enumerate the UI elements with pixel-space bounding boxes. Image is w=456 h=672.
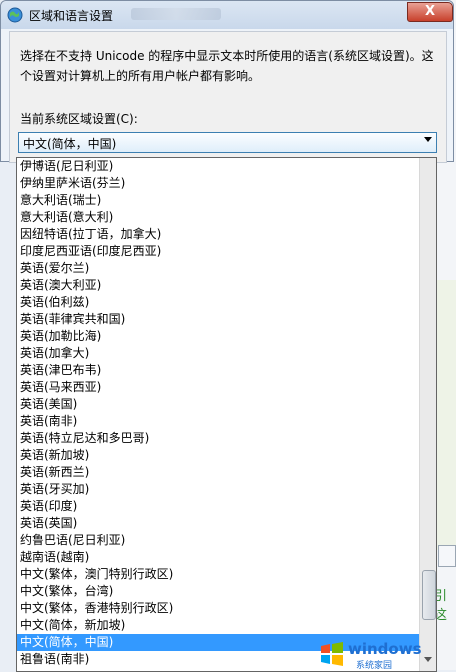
- background-text: 引这: [434, 589, 448, 623]
- dialog-content: 选择在不支持 Unicode 的程序中显示文本时所使用的语言(系统区域设置)。这…: [9, 31, 447, 163]
- list-item[interactable]: 英语(伯利兹): [17, 294, 436, 311]
- list-item[interactable]: 中文(繁体，台湾): [17, 583, 436, 600]
- list-item[interactable]: 英语(马来西亚): [17, 379, 436, 396]
- list-item[interactable]: 中文(繁体，香港特别行政区): [17, 600, 436, 617]
- list-item[interactable]: 英语(南非): [17, 413, 436, 430]
- list-item[interactable]: 英语(印度): [17, 498, 436, 515]
- list-item[interactable]: 因纽特语(拉丁语，加拿大): [17, 226, 436, 243]
- region-language-dialog: 区域和语言设置 X 选择在不支持 Unicode 的程序中显示文本时所使用的语言…: [0, 0, 454, 163]
- scroll-thumb[interactable]: [422, 570, 436, 620]
- list-item[interactable]: 意大利语(瑞士): [17, 192, 436, 209]
- window-title: 区域和语言设置: [29, 9, 114, 23]
- globe-icon: [7, 7, 23, 23]
- list-items: 伊博语(尼日利亚) 伊纳里萨米语(芬兰) 意大利语(瑞士) 意大利语(意大利) 因纽特语…: [17, 158, 436, 668]
- list-item[interactable]: 英语(牙买加): [17, 481, 436, 498]
- title-blur: [131, 8, 221, 20]
- list-item[interactable]: 中文(简体，新加坡): [17, 617, 436, 634]
- windows-logo-icon: [321, 642, 343, 666]
- list-item[interactable]: 约鲁巴语(尼日利亚): [17, 532, 436, 549]
- combo-label: 当前系统区域设置(C):: [20, 112, 138, 126]
- scrollbar[interactable]: [419, 158, 436, 671]
- watermark-brand: windows: [348, 640, 422, 658]
- list-item[interactable]: 英语(爱尔兰): [17, 260, 436, 277]
- list-item[interactable]: 印度尼西亚语(印度尼西亚): [17, 243, 436, 260]
- list-item[interactable]: 英语(特立尼达和多巴哥): [17, 430, 436, 447]
- list-item[interactable]: 中文(繁体，澳门特别行政区): [17, 566, 436, 583]
- list-item[interactable]: 英语(津巴布韦): [17, 362, 436, 379]
- combo-selected-value: 中文(简体，中国): [23, 137, 117, 151]
- list-item[interactable]: 英语(美国): [17, 396, 436, 413]
- list-item[interactable]: 英语(澳大利亚): [17, 277, 436, 294]
- chevron-down-icon[interactable]: [424, 137, 432, 142]
- list-item[interactable]: 英语(菲律宾共和国): [17, 311, 436, 328]
- system-locale-combobox[interactable]: 中文(简体，中国): [18, 132, 437, 153]
- close-button[interactable]: X: [407, 2, 453, 22]
- list-item[interactable]: 意大利语(意大利): [17, 209, 436, 226]
- list-item[interactable]: 英语(新西兰): [17, 464, 436, 481]
- watermark: windows 系统家园: [318, 638, 456, 671]
- locale-dropdown-list[interactable]: 伊博语(尼日利亚) 伊纳里萨米语(芬兰) 意大利语(瑞士) 意大利语(意大利) 因纽特语…: [16, 157, 437, 672]
- list-item[interactable]: 英语(加勒比海): [17, 328, 436, 345]
- watermark-sub: 系统家园: [356, 661, 393, 671]
- title-bar[interactable]: 区域和语言设置 X: [1, 1, 453, 29]
- description-text: 选择在不支持 Unicode 的程序中显示文本时所使用的语言(系统区域设置)。这…: [20, 49, 434, 83]
- list-item[interactable]: 英语(加拿大): [17, 345, 436, 362]
- list-item[interactable]: 英语(英国): [17, 515, 436, 532]
- background-button: [438, 545, 456, 567]
- background-panel: [437, 280, 456, 550]
- list-item[interactable]: 伊纳里萨米语(芬兰): [17, 175, 436, 192]
- list-item[interactable]: 越南语(越南): [17, 549, 436, 566]
- list-item[interactable]: 伊博语(尼日利亚): [17, 158, 436, 175]
- list-item[interactable]: 英语(新加坡): [17, 447, 436, 464]
